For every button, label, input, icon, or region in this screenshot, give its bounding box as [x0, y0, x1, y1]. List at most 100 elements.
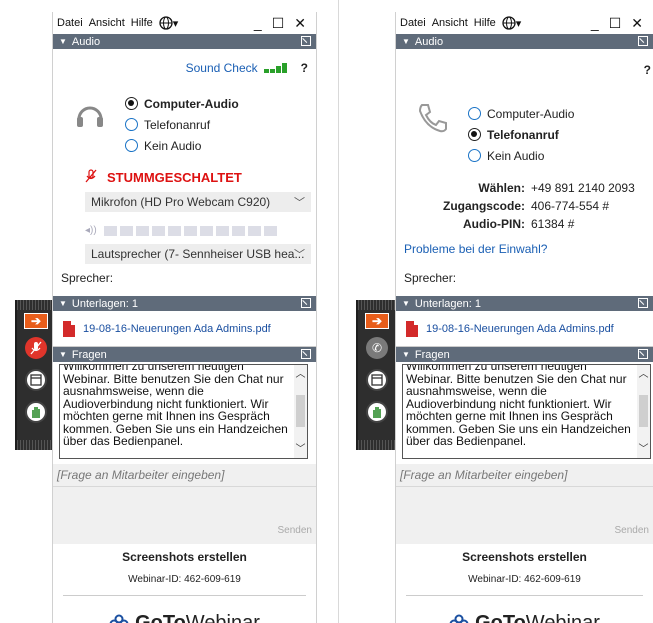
screenshots-button[interactable]: Screenshots erstellen: [396, 550, 653, 564]
access-code-value: 406-774-554 #: [531, 199, 610, 213]
questions-header-label: Fragen: [414, 348, 450, 361]
dial-row: Wählen: +49 891 2140 2093: [396, 179, 653, 197]
dial-in-info: Wählen: +49 891 2140 2093 Zugangscode: 4…: [396, 179, 653, 233]
minimize-button[interactable]: _: [254, 15, 262, 32]
option-telefonanruf[interactable]: Telefonanruf: [125, 114, 239, 135]
audio-section-header[interactable]: ▼ Audio: [53, 34, 316, 49]
audio-help-button[interactable]: ?: [301, 61, 308, 75]
microphone-select[interactable]: Mikrofon (HD Pro Webcam C920) ﹀: [85, 192, 311, 212]
sidebar-grip[interactable]: [358, 300, 396, 310]
questions-scrollbar[interactable]: ︿ ﹀: [294, 365, 307, 458]
logo-webinar: Webinar: [185, 612, 260, 623]
menu-ansicht[interactable]: Ansicht: [89, 17, 125, 29]
option-kein-audio[interactable]: Kein Audio: [125, 135, 239, 156]
question-input[interactable]: [Frage an Mitarbeiter eingeben]: [57, 468, 224, 482]
footer-divider: [63, 595, 306, 596]
sound-check-link[interactable]: Sound Check: [186, 61, 258, 75]
documents-section-header[interactable]: ▼ Unterlagen: 1: [396, 296, 653, 311]
mute-status-label: STUMMGESCHALTET: [107, 170, 242, 185]
close-button[interactable]: ✕: [294, 15, 306, 32]
sidebar-grip-bottom[interactable]: [358, 440, 396, 450]
language-globe-icon[interactable]: ▾: [502, 16, 521, 30]
popout-icon[interactable]: [638, 349, 648, 359]
menu-hilfe[interactable]: Hilfe: [474, 17, 496, 29]
audio-help-button[interactable]: ?: [644, 63, 651, 77]
raise-hand-button[interactable]: [17, 396, 55, 428]
document-link[interactable]: 19-08-16-Neuerungen Ada Admins.pdf: [426, 323, 614, 335]
pdf-file-icon: [406, 320, 418, 337]
minimize-button[interactable]: _: [591, 15, 599, 32]
option-telefonanruf[interactable]: Telefonanruf: [468, 124, 574, 145]
collapse-panel-button[interactable]: ➔: [358, 310, 396, 332]
language-globe-icon[interactable]: ▾: [159, 16, 178, 30]
scroll-thumb[interactable]: [639, 395, 648, 427]
menu-hilfe[interactable]: Hilfe: [131, 17, 153, 29]
popout-icon[interactable]: [301, 349, 311, 359]
gotowebinar-panel-computer-audio: Datei Ansicht Hilfe ▾ _ ☐ ✕ ▼ Audio Soun…: [52, 12, 317, 623]
option-computer-audio[interactable]: Computer-Audio: [468, 103, 574, 124]
gotowebinar-flower-icon: [449, 614, 469, 623]
footer-divider: [406, 595, 643, 596]
close-button[interactable]: ✕: [631, 15, 643, 32]
restore-button[interactable]: ☐: [609, 15, 622, 32]
speaker-volume-icon: ◂)): [85, 225, 97, 236]
menu-datei[interactable]: Datei: [57, 17, 83, 29]
sidebar-grip-bottom[interactable]: [17, 440, 55, 450]
webinar-id: Webinar-ID: 462-609-619: [128, 574, 241, 585]
arrow-right-icon: ➔: [24, 313, 48, 329]
radio-icon: [468, 107, 481, 120]
phone-button[interactable]: ✆: [358, 332, 396, 364]
audio-body: Sound Check ? Computer-Audio Telefonanru…: [53, 49, 316, 296]
questions-section-header[interactable]: ▼ Fragen: [396, 347, 653, 362]
option-label: Computer-Audio: [487, 106, 575, 121]
window-controls: _ ☐ ✕: [254, 15, 316, 32]
popout-icon[interactable]: [638, 36, 648, 46]
window-icon: [366, 369, 388, 391]
screenshots-button[interactable]: Screenshots erstellen: [53, 550, 316, 564]
audio-header-label: Audio: [414, 35, 444, 48]
scroll-thumb[interactable]: [296, 395, 305, 427]
arrow-right-icon: ➔: [365, 313, 389, 329]
control-sidebar-left: ➔: [15, 300, 55, 450]
questions-header-label: Fragen: [71, 348, 107, 361]
menu-bar: Datei Ansicht Hilfe ▾ _ ☐ ✕: [396, 12, 653, 34]
raise-hand-button[interactable]: [358, 396, 396, 428]
scroll-up-icon[interactable]: ︿: [637, 369, 650, 382]
popout-icon[interactable]: [301, 298, 311, 308]
mute-mic-button[interactable]: [17, 332, 55, 364]
send-button[interactable]: Senden: [615, 525, 649, 536]
popout-icon[interactable]: [301, 36, 311, 46]
restore-button[interactable]: ☐: [272, 15, 285, 32]
window-view-button[interactable]: [358, 364, 396, 396]
scroll-down-icon[interactable]: ﹀: [637, 444, 650, 457]
phone-icon: ✆: [366, 337, 388, 359]
window-view-button[interactable]: [17, 364, 55, 396]
documents-section-header[interactable]: ▼ Unterlagen: 1: [53, 296, 316, 311]
logo-goto: GoTo: [135, 612, 186, 623]
raise-hand-icon: [366, 401, 388, 423]
signal-bars-icon: [263, 63, 287, 73]
document-link[interactable]: 19-08-16-Neuerungen Ada Admins.pdf: [83, 323, 271, 335]
audio-section-header[interactable]: ▼ Audio: [396, 34, 653, 49]
scroll-up-icon[interactable]: ︿: [294, 369, 307, 382]
send-button[interactable]: Senden: [278, 525, 312, 536]
speaker-label: Sprecher:: [404, 271, 457, 285]
collapse-panel-button[interactable]: ➔: [17, 310, 55, 332]
speaker-select[interactable]: Lautsprecher (7- Sennheiser USB hea... ﹀: [85, 244, 311, 264]
option-kein-audio[interactable]: Kein Audio: [468, 145, 574, 166]
sidebar-grip[interactable]: [17, 300, 55, 310]
questions-section-header[interactable]: ▼ Fragen: [53, 347, 316, 362]
option-computer-audio[interactable]: Computer-Audio: [125, 93, 239, 114]
question-input-area: [Frage an Mitarbeiter eingeben] Senden: [396, 464, 653, 544]
questions-log[interactable]: Willkommen zu unserem heutigen Webinar. …: [402, 364, 651, 459]
audio-pin-value: 61384 #: [531, 217, 575, 231]
menu-datei[interactable]: Datei: [400, 17, 426, 29]
menu-ansicht[interactable]: Ansicht: [432, 17, 468, 29]
questions-log[interactable]: Willkommen zu unserem heutigen Webinar. …: [59, 364, 308, 459]
popout-icon[interactable]: [638, 298, 648, 308]
audio-header-label: Audio: [71, 35, 101, 48]
scroll-down-icon[interactable]: ﹀: [294, 444, 307, 457]
questions-scrollbar[interactable]: ︿ ﹀: [637, 365, 650, 458]
dial-in-problem-link[interactable]: Probleme bei der Einwahl?: [404, 242, 547, 256]
question-input[interactable]: [Frage an Mitarbeiter eingeben]: [400, 468, 567, 482]
